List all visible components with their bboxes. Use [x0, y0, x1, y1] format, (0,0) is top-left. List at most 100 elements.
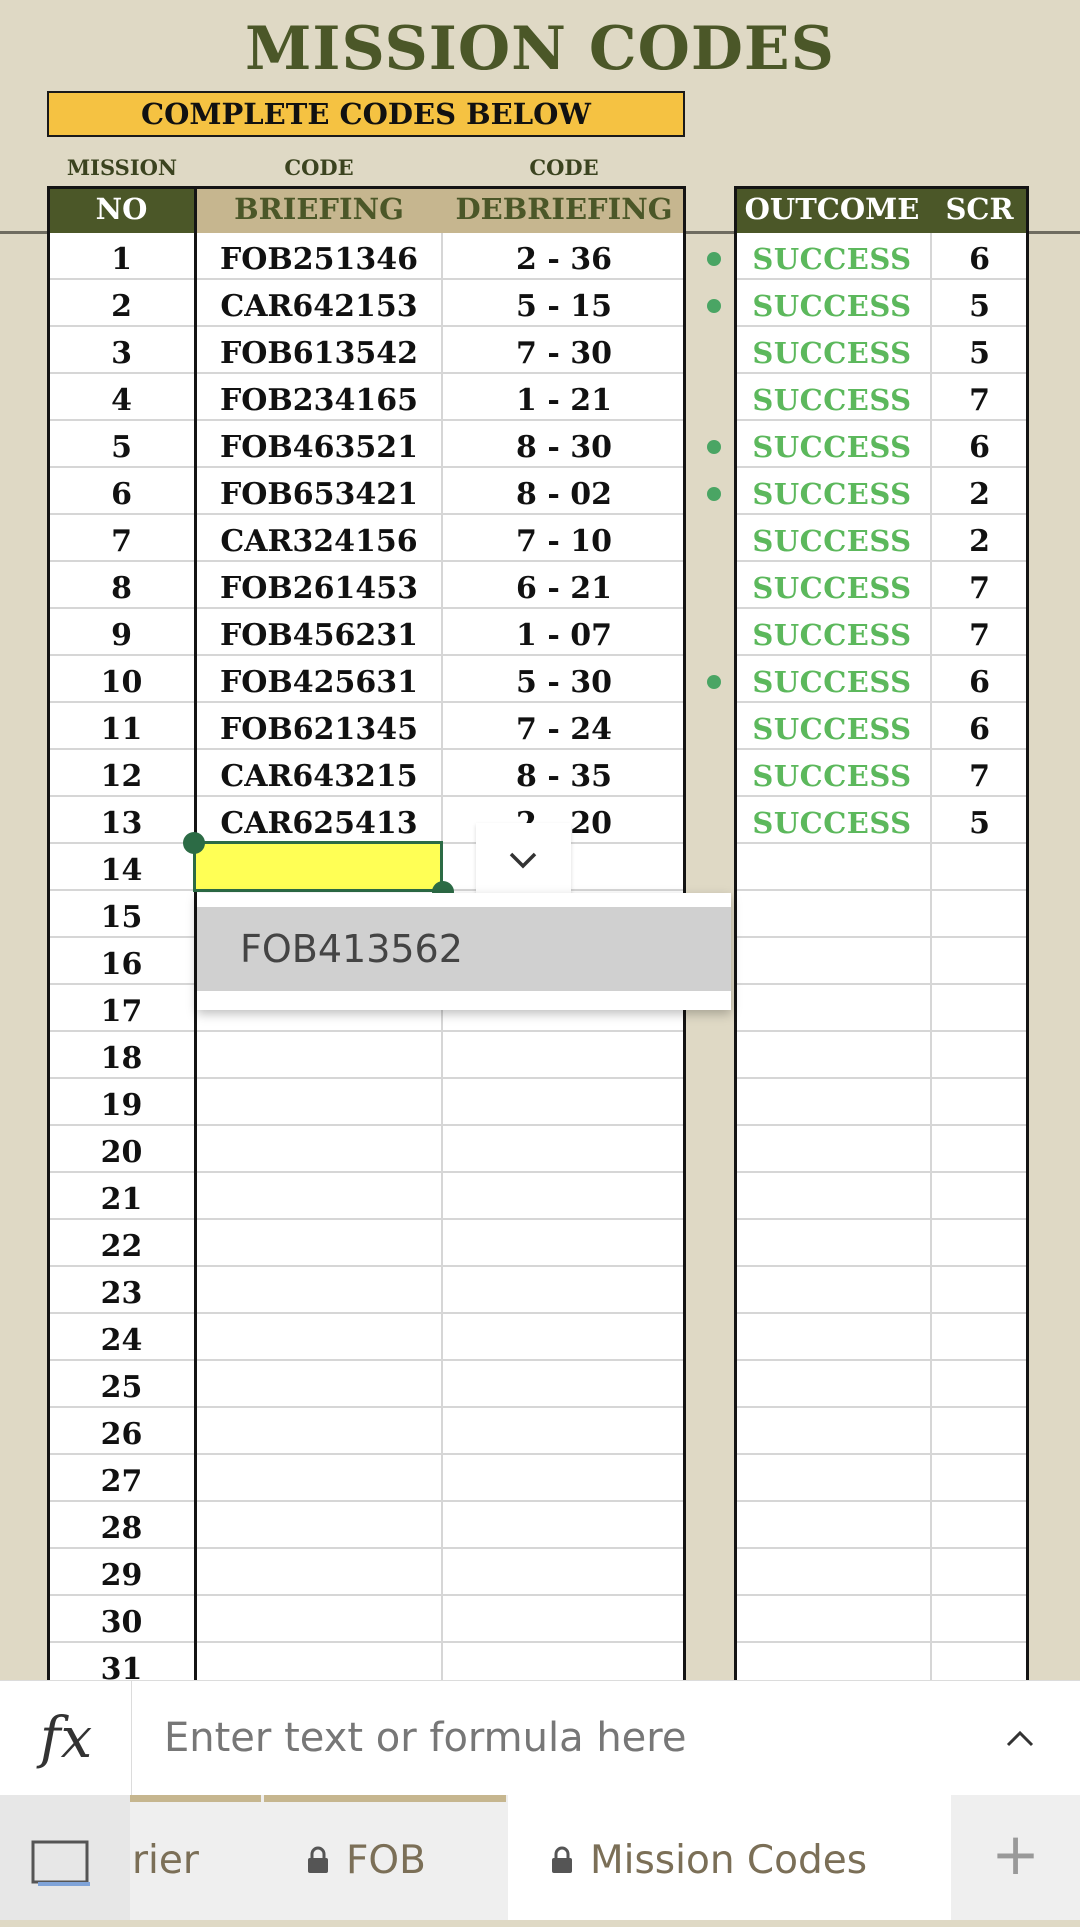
cell-outcome[interactable]	[734, 894, 930, 941]
cell-outcome[interactable]: SUCCESS	[734, 659, 930, 706]
cell-briefing[interactable]	[196, 1176, 442, 1223]
chevron-up-icon[interactable]	[998, 1721, 1042, 1757]
cell-no[interactable]: 9	[47, 612, 196, 659]
cell-scr[interactable]	[930, 1176, 1029, 1223]
cell-outcome[interactable]: SUCCESS	[734, 283, 930, 330]
cell-briefing[interactable]	[196, 1223, 442, 1270]
cell-debriefing[interactable]	[442, 1411, 686, 1458]
cell-no[interactable]: 1	[47, 236, 196, 283]
cell-outcome[interactable]	[734, 1176, 930, 1223]
cell-debriefing[interactable]	[442, 1458, 686, 1505]
cell-debriefing[interactable]: 5 - 30	[442, 659, 686, 706]
cell-scr[interactable]: 7	[930, 612, 1029, 659]
cell-no[interactable]: 28	[47, 1505, 196, 1552]
cell-scr[interactable]: 6	[930, 424, 1029, 471]
cell-no[interactable]: 25	[47, 1364, 196, 1411]
cell-scr[interactable]	[930, 1646, 1029, 1680]
cell-outcome[interactable]	[734, 1458, 930, 1505]
cell-debriefing[interactable]: 8 - 02	[442, 471, 686, 518]
cell-scr[interactable]	[930, 1552, 1029, 1599]
cell-debriefing[interactable]	[442, 1082, 686, 1129]
cell-scr[interactable]	[930, 1364, 1029, 1411]
sheet-list-button[interactable]	[0, 1795, 130, 1920]
cell-briefing[interactable]: CAR643215	[196, 753, 442, 800]
cell-no[interactable]: 30	[47, 1599, 196, 1646]
cell-outcome[interactable]	[734, 1317, 930, 1364]
cell-no[interactable]: 19	[47, 1082, 196, 1129]
cell-scr[interactable]: 5	[930, 330, 1029, 377]
cell-briefing[interactable]: FOB425631	[196, 659, 442, 706]
cell-outcome[interactable]	[734, 1035, 930, 1082]
formula-input[interactable]: Enter text or formula here	[164, 1681, 964, 1796]
comment-indicator-dot[interactable]	[707, 487, 721, 501]
cell-debriefing[interactable]	[442, 1505, 686, 1552]
cell-no[interactable]: 14	[47, 847, 196, 894]
cell-scr[interactable]: 7	[930, 565, 1029, 612]
cell-outcome[interactable]	[734, 1411, 930, 1458]
cell-debriefing[interactable]: 1 - 21	[442, 377, 686, 424]
cell-briefing[interactable]: CAR625413	[196, 800, 442, 847]
cell-debriefing[interactable]: 5 - 15	[442, 283, 686, 330]
cell-scr[interactable]: 5	[930, 283, 1029, 330]
cell-debriefing[interactable]	[442, 1270, 686, 1317]
cell-briefing[interactable]	[196, 1270, 442, 1317]
cell-no[interactable]: 16	[47, 941, 196, 988]
cell-scr[interactable]	[930, 1317, 1029, 1364]
cell-no[interactable]: 8	[47, 565, 196, 612]
cell-briefing[interactable]	[196, 1646, 442, 1680]
cell-no[interactable]: 22	[47, 1223, 196, 1270]
cell-briefing[interactable]	[196, 1129, 442, 1176]
cell-outcome[interactable]	[734, 1082, 930, 1129]
cell-no[interactable]: 27	[47, 1458, 196, 1505]
cell-briefing[interactable]: FOB621345	[196, 706, 442, 753]
cell-no[interactable]: 29	[47, 1552, 196, 1599]
comment-indicator-dot[interactable]	[707, 299, 721, 313]
cell-scr[interactable]	[930, 988, 1029, 1035]
cell-debriefing[interactable]	[442, 1364, 686, 1411]
cell-briefing[interactable]: FOB234165	[196, 377, 442, 424]
add-sheet-button[interactable]: +	[951, 1795, 1080, 1920]
cell-outcome[interactable]: SUCCESS	[734, 706, 930, 753]
sheet-tab-mission-codes[interactable]: Mission Codes	[508, 1795, 951, 1920]
cell-scr[interactable]: 2	[930, 471, 1029, 518]
cell-outcome[interactable]	[734, 1364, 930, 1411]
cell-debriefing[interactable]: 8 - 35	[442, 753, 686, 800]
cell-scr[interactable]	[930, 941, 1029, 988]
sheet-tab-fob[interactable]: FOB	[264, 1795, 506, 1920]
cell-scr[interactable]	[930, 1082, 1029, 1129]
cell-scr[interactable]: 6	[930, 236, 1029, 283]
cell-briefing[interactable]	[196, 1364, 442, 1411]
cell-debriefing[interactable]: 7 - 30	[442, 330, 686, 377]
cell-briefing[interactable]	[196, 1505, 442, 1552]
cell-debriefing[interactable]: 8 - 30	[442, 424, 686, 471]
cell-briefing[interactable]: CAR642153	[196, 283, 442, 330]
cell-scr[interactable]: 7	[930, 753, 1029, 800]
cell-outcome[interactable]	[734, 1505, 930, 1552]
cell-debriefing[interactable]	[442, 1223, 686, 1270]
cell-briefing[interactable]: FOB463521	[196, 424, 442, 471]
cell-scr[interactable]	[930, 1458, 1029, 1505]
selected-cell-briefing-14[interactable]	[193, 841, 443, 892]
cell-scr[interactable]	[930, 1270, 1029, 1317]
cell-debriefing[interactable]: 7 - 24	[442, 706, 686, 753]
cell-no[interactable]: 12	[47, 753, 196, 800]
cell-no[interactable]: 13	[47, 800, 196, 847]
cell-no[interactable]: 7	[47, 518, 196, 565]
cell-outcome[interactable]	[734, 1552, 930, 1599]
cell-debriefing[interactable]: 7 - 10	[442, 518, 686, 565]
cell-briefing[interactable]: FOB653421	[196, 471, 442, 518]
cell-outcome[interactable]	[734, 847, 930, 894]
cell-briefing[interactable]: FOB456231	[196, 612, 442, 659]
cell-outcome[interactable]	[734, 1223, 930, 1270]
cell-debriefing[interactable]: 2 - 36	[442, 236, 686, 283]
cell-debriefing[interactable]: 1 - 07	[442, 612, 686, 659]
cell-outcome[interactable]	[734, 1270, 930, 1317]
cell-debriefing[interactable]	[442, 1599, 686, 1646]
cell-briefing[interactable]: CAR324156	[196, 518, 442, 565]
cell-outcome[interactable]: SUCCESS	[734, 565, 930, 612]
cell-no[interactable]: 3	[47, 330, 196, 377]
cell-debriefing[interactable]	[442, 1176, 686, 1223]
selection-handle-top-left[interactable]	[183, 832, 205, 854]
cell-no[interactable]: 5	[47, 424, 196, 471]
cell-briefing[interactable]	[196, 1552, 442, 1599]
